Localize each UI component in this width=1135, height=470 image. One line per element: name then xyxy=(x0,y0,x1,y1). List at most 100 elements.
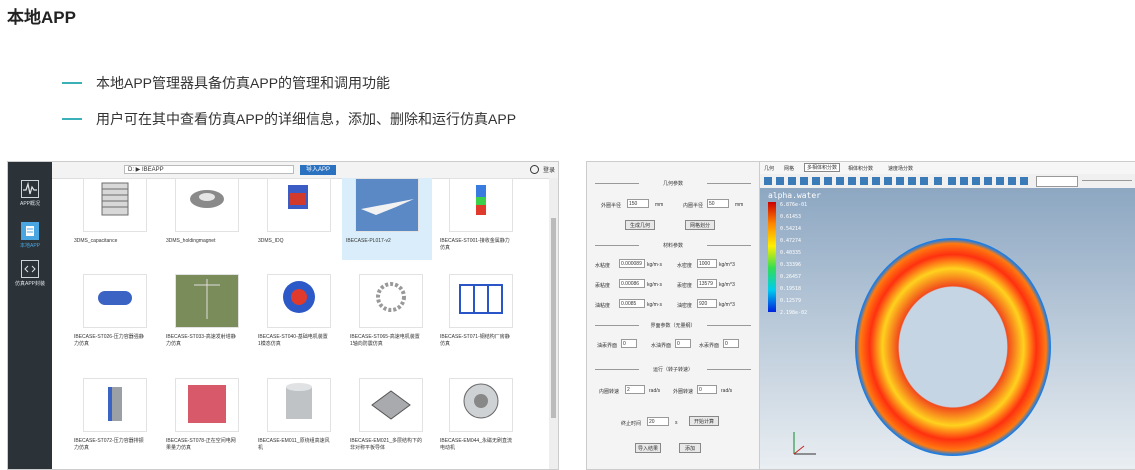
frame-input[interactable] xyxy=(1036,176,1078,187)
mercury-viscosity-input[interactable]: 0.00086 xyxy=(619,279,645,288)
outer-speed-label: 外圈转速 xyxy=(673,389,694,395)
palette-icon[interactable] xyxy=(800,177,808,185)
app-card[interactable]: IBECASE-ST033-高速发射塔静 力仿真 xyxy=(162,274,252,348)
inner-radius-input[interactable]: 50 xyxy=(707,199,729,208)
loop-icon[interactable] xyxy=(1020,177,1028,185)
app-card[interactable]: 3DMS_holdingmagnet xyxy=(162,178,252,245)
last-frame-icon[interactable] xyxy=(1008,177,1016,185)
feature-list: 本地APP管理器具备仿真APP的管理和调用功能 用户可在其中查看仿真APP的详细… xyxy=(62,72,516,144)
cube-icon[interactable] xyxy=(812,177,820,185)
mesh-button[interactable]: 网格划分 xyxy=(685,220,715,230)
cube-icon[interactable] xyxy=(872,177,880,185)
unit-label: mm xyxy=(655,202,664,208)
app-card[interactable]: 3DMS_capacitance xyxy=(70,178,160,245)
import-app-button[interactable]: 导入APP xyxy=(300,165,336,175)
app-card[interactable]: 3DMS_IDQ xyxy=(254,178,344,245)
mercury-viscosity-label: 汞粘度 xyxy=(595,283,611,289)
mercury-density-input[interactable]: 13579 xyxy=(697,279,717,288)
app-card[interactable]: IBECASE-EM044_永磁无刷直流 电动机 xyxy=(436,378,526,452)
camera-icon[interactable] xyxy=(764,177,772,185)
cube-icon[interactable] xyxy=(836,177,844,185)
cube-icon[interactable] xyxy=(896,177,904,185)
app-card-caption: IBECASE-ST071-钢结构厂房静 仿真 xyxy=(440,334,510,347)
metal-part-thumbnail-icon xyxy=(449,178,513,232)
app-card-caption: IBECASE-ST072-压力容器排振 力仿真 xyxy=(74,438,144,451)
globe-icon[interactable] xyxy=(776,177,784,185)
section-run: 运行（转子转速） xyxy=(595,366,751,373)
water-interface-label: 水油界面 xyxy=(651,343,672,349)
cube-icon[interactable] xyxy=(920,177,928,185)
cube-icon[interactable] xyxy=(884,177,892,185)
user-icon xyxy=(530,165,539,174)
app-card[interactable]: IBECASE-ST065-高速电机装置 1轴向防震仿真 xyxy=(346,274,436,348)
legend-label: 2.198e-02 xyxy=(780,310,808,316)
oil-density-input[interactable]: 920 xyxy=(697,299,717,308)
import-results-button[interactable]: 导入结果 xyxy=(635,443,661,453)
app-card[interactable]: IBECASE-ST072-压力容器排振 力仿真 xyxy=(70,378,160,452)
oil-viscosity-input[interactable]: 0.0085 xyxy=(619,299,645,308)
section-material: 材料参数 xyxy=(595,242,751,249)
outer-speed-input[interactable]: 0 xyxy=(697,385,717,394)
app-grid: 3DMS_capacitance 3DMS_holdingmagnet 3DMS… xyxy=(52,178,548,469)
oil-density-label: 油密度 xyxy=(677,303,693,309)
rewind-icon[interactable] xyxy=(972,177,980,185)
water-density-input[interactable]: 1000 xyxy=(697,259,717,268)
app-card-caption: IBECASE-ST078-正在空间电网 果量力仿真 xyxy=(166,438,236,451)
water-interface-input[interactable]: 0 xyxy=(675,339,691,348)
app-card[interactable]: IBECASE-EM011_原绕组高速风 机 xyxy=(254,378,344,452)
tab-velocity-field[interactable]: 速度场分数 xyxy=(888,165,913,172)
legend-label: 0.26457 xyxy=(780,274,802,280)
legend-label: 0.12579 xyxy=(780,298,802,304)
cube-icon[interactable] xyxy=(908,177,916,185)
build-geometry-button[interactable]: 生成几何 xyxy=(625,220,655,230)
bldc-motor-thumbnail-icon xyxy=(449,378,513,432)
app-card[interactable]: IBECASE-ST026-压力容器强静 力仿真 xyxy=(70,274,160,348)
grid-scrollbar[interactable] xyxy=(549,178,558,469)
top-bar: D: ▶ IBEAPP 导入APP 登录 xyxy=(52,162,558,179)
tab-geometry[interactable]: 几何 xyxy=(764,165,774,172)
legend-label: 0.19518 xyxy=(780,286,802,292)
path-input[interactable]: D: ▶ IBEAPP xyxy=(124,165,294,174)
app-card-caption: 3DMS_capacitance xyxy=(74,238,118,244)
sidebar-item-local-app[interactable]: 本地APP xyxy=(12,222,48,249)
next-frame-icon[interactable] xyxy=(996,177,1004,185)
airplane-thumbnail-icon xyxy=(355,178,419,232)
compute-button[interactable]: 开始计算 xyxy=(689,416,719,426)
unit-label: rad/s xyxy=(649,388,661,394)
mercury-interface-input[interactable]: 0 xyxy=(723,339,739,348)
login-button[interactable]: 登录 xyxy=(530,165,555,174)
oil-viscosity-label: 油粘度 xyxy=(595,303,611,309)
sidebar-item-app-packaging[interactable]: 仿真APP封装 xyxy=(12,260,48,287)
cube-icon[interactable] xyxy=(848,177,856,185)
oil-interface-input[interactable]: 0 xyxy=(621,339,637,348)
tab-mesh[interactable]: 网格 xyxy=(784,165,794,172)
render-canvas[interactable]: alpha.water 6.876e-01 0.61453 0.54214 0.… xyxy=(760,188,1135,469)
video-icon[interactable] xyxy=(934,177,942,185)
play-icon[interactable] xyxy=(984,177,992,185)
frame-slider[interactable] xyxy=(1082,180,1132,181)
grid-icon[interactable] xyxy=(788,177,796,185)
inner-speed-input[interactable]: 2 xyxy=(625,385,645,394)
outer-radius-input[interactable]: 150 xyxy=(627,199,649,208)
axes-triad-icon xyxy=(790,428,820,463)
stop-time-input[interactable]: 20 xyxy=(647,417,669,426)
sidebar-item-app-overview[interactable]: APP概况 xyxy=(12,180,48,207)
app-card[interactable]: IBECASE-EM021_多层结构下的 非对称平板导体 xyxy=(346,378,436,452)
app-card[interactable]: IBECASE-ST001-接收金属静力 仿真 xyxy=(436,178,526,252)
unit-label: rad/s xyxy=(721,388,733,394)
app-card[interactable]: IBECASE-PL017-v2 xyxy=(342,178,432,260)
tab-multiphase-fraction[interactable]: 多相体积分数 xyxy=(804,163,841,172)
water-viscosity-input[interactable]: 0.000089 xyxy=(619,259,645,268)
result-viewer: 几何 网格 多相体积分数 相体积分数 速度场分数 alpha.water 6.8… xyxy=(760,162,1135,469)
tab-phase-fraction[interactable]: 相体积分数 xyxy=(848,165,873,172)
app-card[interactable]: IBECASE-ST078-正在空间电网 果量力仿真 xyxy=(162,378,252,452)
previous-frame-icon[interactable] xyxy=(960,177,968,185)
cube-icon[interactable] xyxy=(860,177,868,185)
add-button[interactable]: 添加 xyxy=(679,443,701,453)
app-card[interactable]: IBECASE-ST071-钢结构厂房静 仿真 xyxy=(436,274,526,348)
unit-label: s xyxy=(675,420,678,426)
first-frame-icon[interactable] xyxy=(948,177,956,185)
cube-icon[interactable] xyxy=(824,177,832,185)
app-card[interactable]: IBECASE-ST040-基础电机装置 1模态仿真 xyxy=(254,274,344,348)
magnet-thumbnail-icon xyxy=(175,178,239,232)
